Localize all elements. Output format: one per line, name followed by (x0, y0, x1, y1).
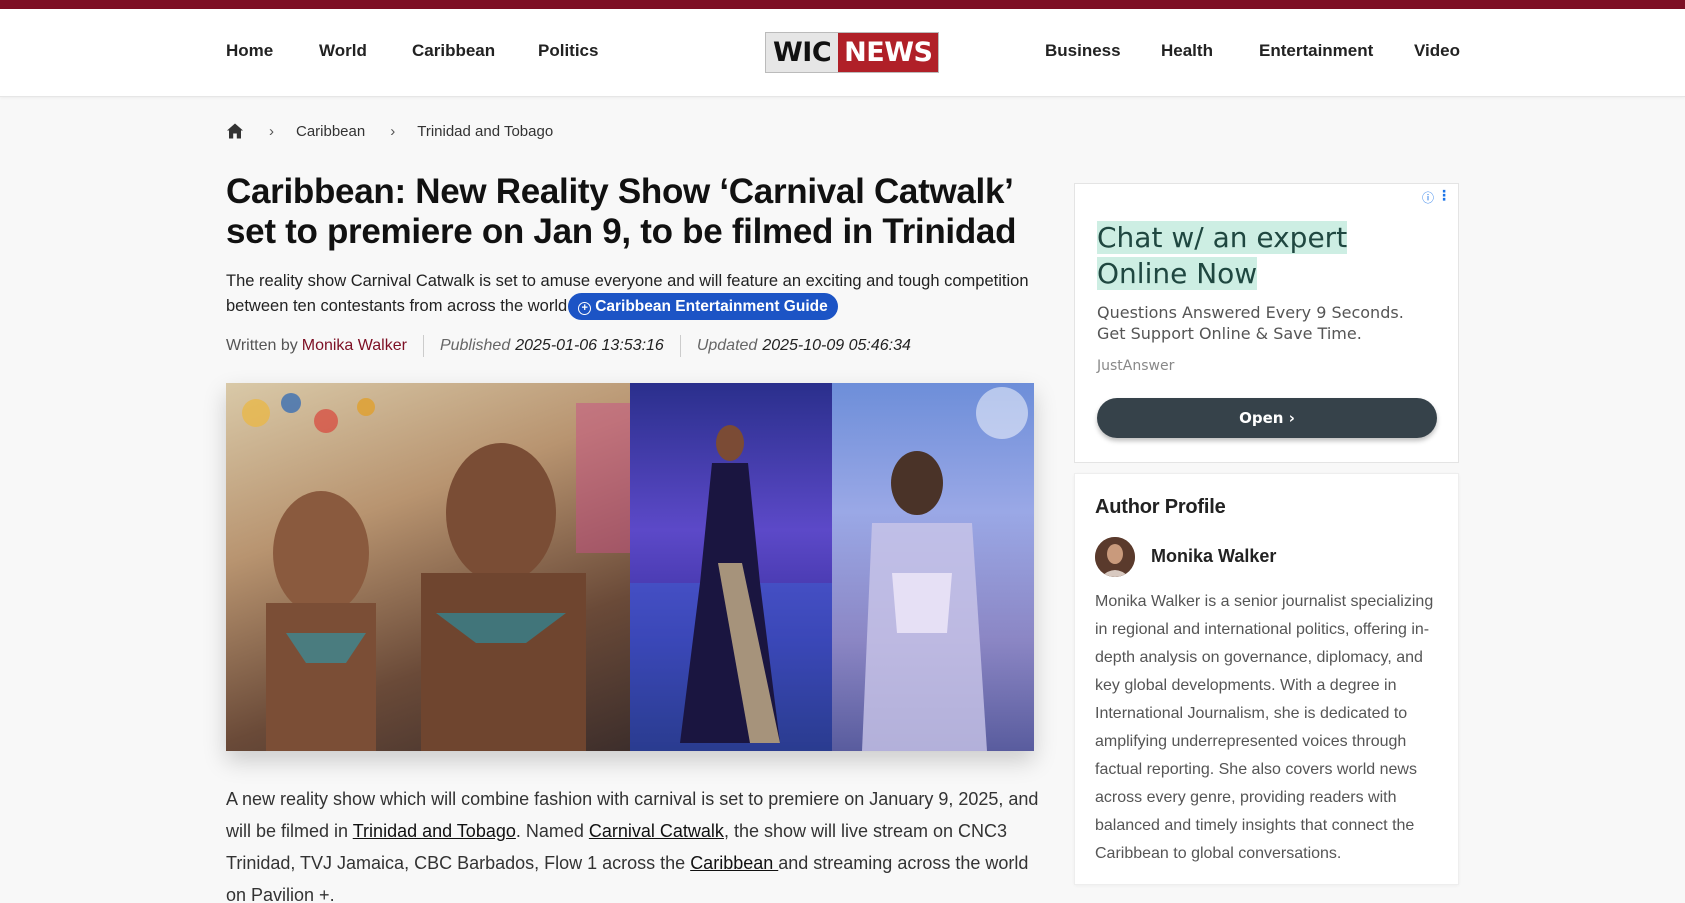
article-meta: Written by Monika Walker Published 2025-… (226, 335, 911, 357)
sidebar-ad[interactable]: ⓘ ⋮ Chat w/ an expert Online Now Questio… (1074, 183, 1459, 463)
hero-photo-runway-model (630, 383, 832, 751)
ad-open-button[interactable]: Open › (1097, 398, 1437, 438)
breadcrumb: › Caribbean › Trinidad and Tobago (226, 119, 553, 143)
body-text-segment: . Named (515, 821, 589, 841)
published-label: Published (439, 337, 511, 354)
site-header: Home World Caribbean Politics WIC NEWS B… (0, 9, 1685, 97)
site-logo[interactable]: WIC NEWS (765, 32, 940, 73)
hero-photo-carnival-duo (226, 383, 630, 751)
chevron-right-icon: › (269, 122, 274, 140)
hero-photo-costumed-performer (832, 383, 1034, 751)
breadcrumb-trinidad-and-tobago[interactable]: Trinidad and Tobago (417, 123, 553, 140)
article-title: Caribbean: New Reality Show ‘Carnival Ca… (226, 172, 1017, 251)
breadcrumb-caribbean[interactable]: Caribbean (296, 123, 365, 140)
nav-caribbean[interactable]: Caribbean (412, 41, 495, 61)
nav-health[interactable]: Health (1161, 41, 1213, 61)
meta-divider (422, 335, 424, 357)
updated-label: Updated (696, 337, 758, 354)
meta-divider (679, 335, 681, 357)
home-icon[interactable] (226, 122, 244, 140)
ad-description: Questions Answered Every 9 Seconds. Get … (1097, 303, 1404, 343)
nav-world[interactable]: World (319, 41, 367, 61)
ad-info-icon[interactable]: ⓘ (1422, 189, 1434, 206)
link-caribbean[interactable]: Caribbean (690, 853, 778, 873)
ad-menu-icon[interactable]: ⋮ (1437, 187, 1451, 204)
published-date: 2025-01-06 13:53:16 (515, 337, 664, 354)
nav-home[interactable]: Home (226, 41, 273, 61)
top-accent-bar (0, 0, 1685, 9)
plus-circle-icon: + (578, 302, 592, 315)
ad-headline-text: Chat w/ an expert Online Now (1097, 221, 1348, 290)
ad-open-label: Open (1239, 409, 1284, 427)
article-paragraph: A new reality show which will combine fa… (226, 783, 1046, 903)
guide-pill-label: Caribbean Entertainment Guide (595, 298, 828, 315)
nav-business[interactable]: Business (1045, 41, 1121, 61)
author-link[interactable]: Monika Walker (302, 337, 407, 355)
nav-politics[interactable]: Politics (538, 41, 598, 61)
link-carnival-catwalk[interactable]: Carnival Catwalk (589, 821, 724, 841)
written-by-label: Written by (226, 337, 298, 354)
ad-headline[interactable]: Chat w/ an expert Online Now (1097, 220, 1437, 292)
author-profile-card: Author Profile Monika Walker Monika Walk… (1074, 473, 1459, 885)
ad-source: JustAnswer (1097, 358, 1175, 374)
author-profile-heading: Author Profile (1095, 496, 1226, 518)
chevron-right-icon: › (390, 122, 396, 140)
author-bio: Monika Walker is a senior journalist spe… (1095, 593, 1434, 862)
chevron-right-icon: › (1288, 409, 1295, 427)
caribbean-entertainment-guide-button[interactable]: + Caribbean Entertainment Guide (568, 293, 838, 320)
logo-news-text: NEWS (838, 33, 939, 72)
nav-video[interactable]: Video (1414, 41, 1460, 61)
link-trinidad-and-tobago[interactable]: Trinidad and Tobago (353, 821, 516, 841)
logo-wic-text: WIC (766, 33, 839, 72)
article-subtitle: The reality show Carnival Catwalk is set… (226, 269, 1046, 320)
nav-entertainment[interactable]: Entertainment (1259, 41, 1373, 61)
updated-date: 2025-10-09 05:46:34 (762, 337, 911, 354)
author-name[interactable]: Monika Walker (1151, 546, 1276, 567)
article-body: A new reality show which will combine fa… (226, 783, 1046, 903)
avatar[interactable] (1095, 537, 1135, 577)
hero-image (226, 383, 1034, 751)
